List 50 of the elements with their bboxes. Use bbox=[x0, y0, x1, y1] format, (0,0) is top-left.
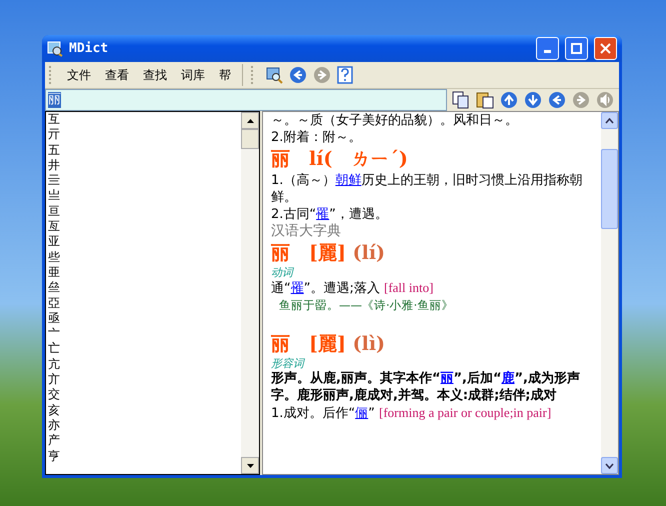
word-list-item[interactable]: 亥 bbox=[48, 402, 241, 418]
source-label: 汉语大字典 bbox=[271, 223, 342, 240]
word-list-item[interactable]: 亦 bbox=[48, 418, 241, 434]
word-list-item[interactable]: 亠 bbox=[48, 326, 241, 342]
definition-text: 1.成对。后作“俪” [forming a pair or couple;in pair] bbox=[271, 404, 552, 422]
definition-text: 形声。从鹿,丽声。其字本作“丽”,后加“鹿”,成为形声字。鹿形丽声,鹿成对,并驾。本义:成群;结伴;成对 bbox=[271, 370, 581, 404]
word-list-item[interactable]: 亘 bbox=[48, 204, 241, 220]
word-list-item[interactable]: 亜 bbox=[48, 264, 241, 280]
word-link[interactable]: 罹 bbox=[316, 207, 330, 222]
menu-item[interactable]: 词库 bbox=[174, 64, 212, 86]
part-of-speech-label: 形容词 bbox=[271, 357, 306, 370]
word-list-item[interactable]: 亝 bbox=[48, 280, 241, 296]
menu-item[interactable]: 文件 bbox=[60, 64, 98, 86]
window-title: MDict bbox=[69, 41, 110, 56]
word-list-item[interactable]: 交 bbox=[48, 387, 241, 403]
entry-heading: 丽 [麗] (lí) bbox=[271, 241, 386, 266]
definition-text: 2.附着：附～。 bbox=[271, 129, 362, 146]
word-list-item[interactable]: 互 bbox=[48, 112, 241, 128]
entry-heading: 丽 lí( ㄌㄧˊ) bbox=[271, 147, 409, 172]
word-link[interactable]: 丽 bbox=[440, 371, 454, 386]
entry-heading: 丽 [麗] (lì) bbox=[271, 332, 386, 357]
word-link[interactable]: 朝鲜 bbox=[335, 173, 362, 188]
word-link[interactable]: 鹿 bbox=[502, 371, 515, 386]
word-list-item[interactable]: 亖 bbox=[48, 173, 241, 188]
word-link[interactable]: 俪 bbox=[355, 406, 368, 421]
menu-item[interactable]: 查找 bbox=[136, 64, 174, 86]
word-list-item[interactable]: 亢 bbox=[48, 356, 241, 372]
menu-item[interactable]: 帮 bbox=[212, 64, 238, 86]
search-field[interactable]: 丽 bbox=[45, 89, 447, 111]
example-sentence: 鱼丽于罶。——《诗·小雅·鱼丽》 bbox=[278, 297, 454, 314]
word-list-item[interactable]: 亨 bbox=[48, 448, 241, 464]
word-list-item[interactable]: 亣 bbox=[48, 372, 241, 388]
definition-text: 1.（高～）朝鲜历史上的王朝，旧时习惯上沿用指称朝鲜。 bbox=[271, 172, 584, 206]
word-list-item[interactable]: 亞 bbox=[48, 296, 241, 311]
word-list-item[interactable]: 些 bbox=[48, 250, 241, 265]
word-list-item[interactable]: 产 bbox=[48, 433, 241, 449]
part-of-speech-label: 动词 bbox=[271, 266, 295, 279]
definition-text: 通“罹”。遭遇;落入 [fall into] bbox=[271, 279, 434, 297]
word-list-item[interactable]: 亓 bbox=[48, 127, 241, 143]
menu-item[interactable]: 查看 bbox=[98, 64, 136, 86]
word-list-item[interactable]: 亗 bbox=[48, 188, 241, 204]
word-list-item[interactable]: 亙 bbox=[48, 219, 241, 234]
word-list-item[interactable]: 亟 bbox=[48, 310, 241, 326]
word-link[interactable]: 罹 bbox=[290, 281, 304, 296]
word-list-item[interactable]: 五 bbox=[48, 142, 241, 158]
word-list-item[interactable]: 亚 bbox=[48, 234, 241, 250]
word-list-item[interactable]: 亡 bbox=[48, 341, 241, 357]
word-list-item[interactable]: 井 bbox=[48, 158, 241, 174]
definition-text: 2.古同“罹”，遭遇。 bbox=[271, 206, 389, 223]
definition-text: ～。～质（女子美好的品貌）。风和日～。 bbox=[271, 112, 519, 129]
